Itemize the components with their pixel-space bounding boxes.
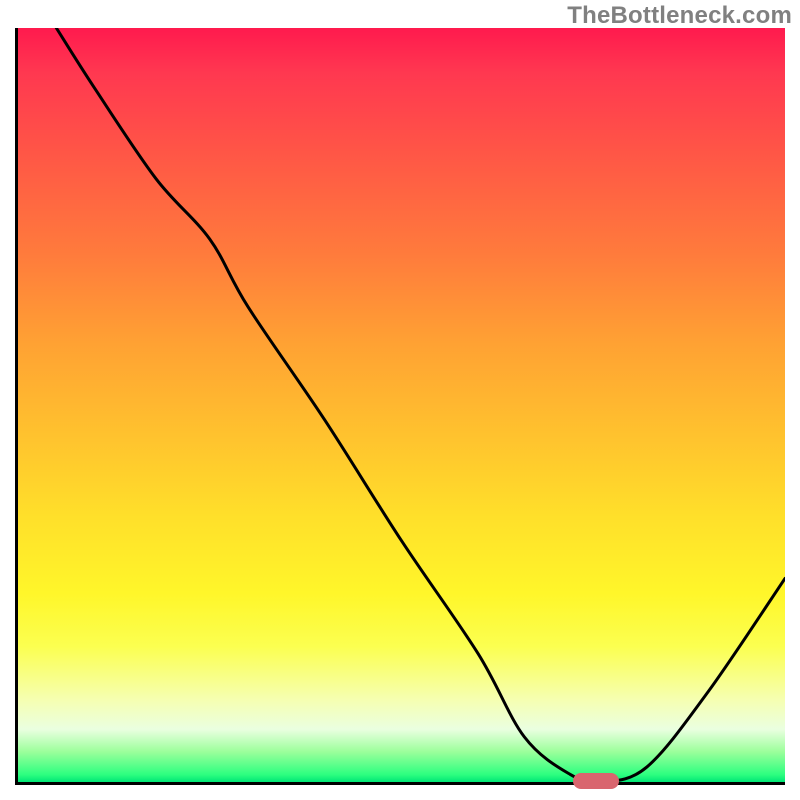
chart-frame: TheBottleneck.com	[0, 0, 800, 800]
optimum-marker	[573, 773, 619, 789]
watermark-text: TheBottleneck.com	[567, 2, 792, 30]
plot-area	[15, 28, 785, 785]
bottleneck-curve	[18, 28, 785, 782]
